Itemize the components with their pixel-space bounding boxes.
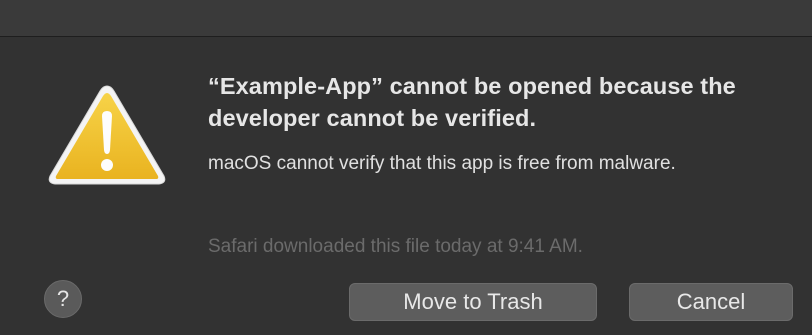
download-info: Safari downloaded this file today at 9:4… [208,236,583,257]
dialog-message: macOS cannot verify that this app is fre… [208,153,676,174]
move-to-trash-button[interactable]: Move to Trash [349,283,597,321]
help-button[interactable]: ? [44,280,82,318]
dialog-title: “Example-App” cannot be opened because t… [208,73,736,131]
alert-dialog: “Example-App” cannot be opened because t… [0,0,812,335]
cancel-button[interactable]: Cancel [629,283,793,321]
warning-icon [48,85,166,185]
window-titlebar [0,0,812,37]
